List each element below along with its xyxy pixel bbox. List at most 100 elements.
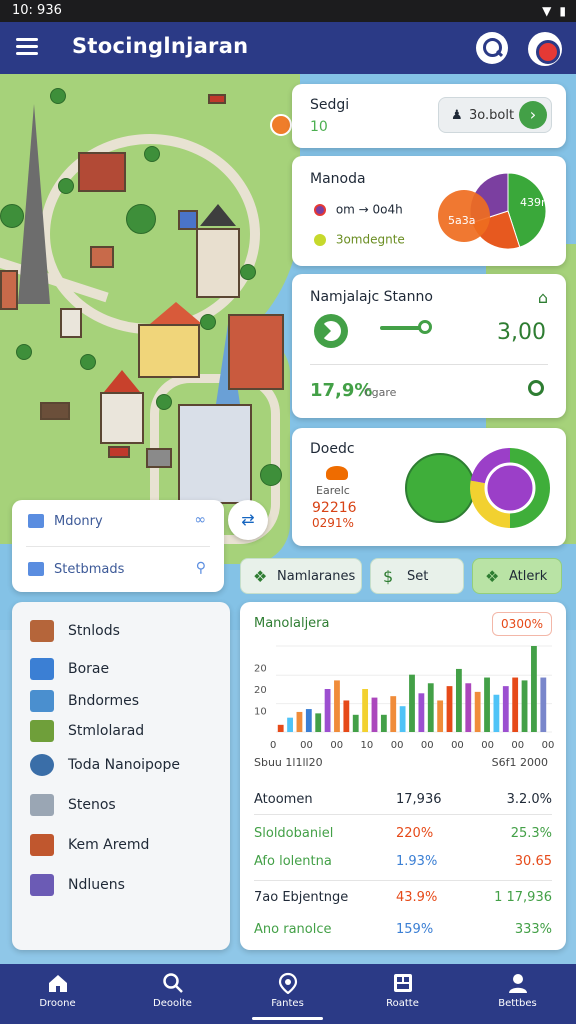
- boat[interactable]: [40, 402, 70, 420]
- building[interactable]: [60, 308, 82, 338]
- table-cell-name: Sloldobaniel: [254, 826, 334, 841]
- car[interactable]: [108, 446, 130, 458]
- x-tick-label: 00: [542, 740, 555, 751]
- table-cell-a: 17,936: [396, 792, 442, 807]
- legend-label: 3omdegnte: [335, 232, 405, 247]
- search-row-2-label: Stetbmads: [54, 562, 125, 577]
- nav-item-profile[interactable]: Bettbes: [460, 964, 575, 1024]
- swap-button[interactable]: ⇄: [228, 500, 268, 540]
- pie-label: 5a3a: [448, 214, 475, 227]
- search-icon[interactable]: [528, 380, 544, 396]
- category-icon: [30, 754, 54, 776]
- building[interactable]: [90, 246, 114, 268]
- person-icon: [509, 974, 527, 993]
- table-cell-a: 220%: [396, 826, 434, 841]
- table-row[interactable]: 7ao Ebjentnge 43.9% 1 17,936: [254, 890, 552, 914]
- building[interactable]: [78, 152, 126, 192]
- stats-title: Namjalajc Stanno: [310, 289, 433, 305]
- nav-label: Roatte: [386, 998, 419, 1009]
- table-cell-b: 333%: [514, 922, 552, 937]
- status-bar: 10: 936 ▼ ▮: [0, 0, 576, 22]
- home-icon[interactable]: ⌂: [538, 288, 548, 307]
- nav-label: Bettbes: [498, 998, 537, 1009]
- nav-label: Deooite: [153, 998, 192, 1009]
- nav-item-grid[interactable]: Roatte: [345, 964, 460, 1024]
- profile-button[interactable]: [528, 32, 562, 66]
- location-pin-icon[interactable]: [270, 114, 292, 136]
- table-cell-a: 43.9%: [396, 890, 438, 905]
- chart-badge[interactable]: 0300%: [492, 612, 552, 636]
- category-icon: [30, 658, 54, 680]
- donut-title: Doedc: [310, 441, 355, 457]
- building-icon: [28, 514, 44, 528]
- status-time: 10: 936: [12, 3, 62, 18]
- bar: [465, 683, 472, 732]
- tree: [80, 354, 96, 370]
- donut-label: Earelc: [316, 484, 350, 497]
- search-icon[interactable]: ⚲: [196, 560, 206, 576]
- x-tick-label: 00: [451, 740, 464, 751]
- score-chip-button[interactable]: ♟ 3o.bolt ›: [438, 97, 552, 133]
- building[interactable]: [146, 448, 172, 468]
- y-tick-label: 20: [254, 664, 267, 675]
- menu-icon[interactable]: [16, 38, 38, 56]
- table-row[interactable]: Sloldobaniel 220% 25.3%: [254, 826, 552, 850]
- chip-atlerk[interactable]: ❖ Atlerk: [472, 558, 562, 594]
- bar: [446, 686, 453, 732]
- table-row[interactable]: Ano ranolce 159% 333%: [254, 922, 552, 946]
- x-tick-label: 00: [511, 740, 524, 751]
- building[interactable]: [178, 210, 198, 230]
- nav-item-search[interactable]: Deooite: [115, 964, 230, 1024]
- search-row-2[interactable]: Stetbmads ⚲: [26, 550, 210, 590]
- bar-chart[interactable]: 2020100 00 00 10 00 00 00 00 00 00: [250, 642, 556, 754]
- chip-set[interactable]: $ Set: [370, 558, 464, 594]
- tree: [156, 394, 172, 410]
- donut-left-circle: [405, 453, 475, 523]
- tower-landmark[interactable]: [18, 104, 50, 304]
- stats-slider-handle[interactable]: [418, 320, 432, 334]
- table-row[interactable]: Atoomen 17,936 3.2.0%: [254, 792, 552, 816]
- search-row-1[interactable]: Mdonry ∞: [26, 502, 210, 542]
- category-list: Stnlods Borae Bndormes Stmlolarad Toda N…: [12, 602, 230, 950]
- donut-chart[interactable]: [404, 438, 554, 538]
- bar: [409, 674, 415, 732]
- stats-subtext: Cgare: [364, 386, 397, 399]
- cathedral[interactable]: [178, 404, 252, 504]
- x-tick-label: 10: [361, 740, 374, 751]
- link-icon[interactable]: ∞: [194, 512, 206, 528]
- category-icon: [30, 620, 54, 642]
- status-icons: ▼ ▮: [542, 4, 566, 18]
- church-roof: [200, 204, 236, 226]
- app-bar: Stocinglnjaran: [0, 22, 576, 74]
- x-tick-label: 00: [391, 740, 404, 751]
- chip-namlaranes[interactable]: ❖ Namlaranes: [240, 558, 362, 594]
- tree: [240, 264, 256, 280]
- nav-item-home[interactable]: Droone: [0, 964, 115, 1024]
- bar: [390, 696, 397, 732]
- boat[interactable]: [208, 94, 226, 104]
- table-cell-name: Ano ranolce: [254, 922, 332, 937]
- bar: [531, 646, 537, 732]
- search-row-1-label: Mdonry: [54, 514, 103, 529]
- tree: [0, 204, 24, 228]
- search-button[interactable]: [476, 32, 508, 64]
- table-cell-a: 159%: [396, 922, 434, 937]
- manoda-pie-chart[interactable]: 439n 5a3a: [438, 166, 556, 256]
- round-tower[interactable]: [100, 392, 144, 444]
- bar: [437, 700, 444, 732]
- arrow-right-icon[interactable]: ›: [519, 101, 547, 129]
- building[interactable]: [0, 270, 18, 310]
- building[interactable]: [228, 314, 284, 390]
- bar: [380, 714, 387, 732]
- table-row[interactable]: Afo lolentna 1.93% 30.65: [254, 854, 552, 878]
- grid-icon: [394, 974, 412, 992]
- legend-dot: [314, 233, 326, 246]
- donut-center: [484, 462, 536, 514]
- divider: [254, 880, 552, 881]
- building[interactable]: [138, 324, 200, 378]
- church-building[interactable]: [196, 228, 240, 298]
- nav-item-map[interactable]: Fantes: [230, 964, 345, 1024]
- tree: [58, 178, 74, 194]
- category-icon: [30, 874, 54, 896]
- chip-label: Set: [407, 569, 429, 584]
